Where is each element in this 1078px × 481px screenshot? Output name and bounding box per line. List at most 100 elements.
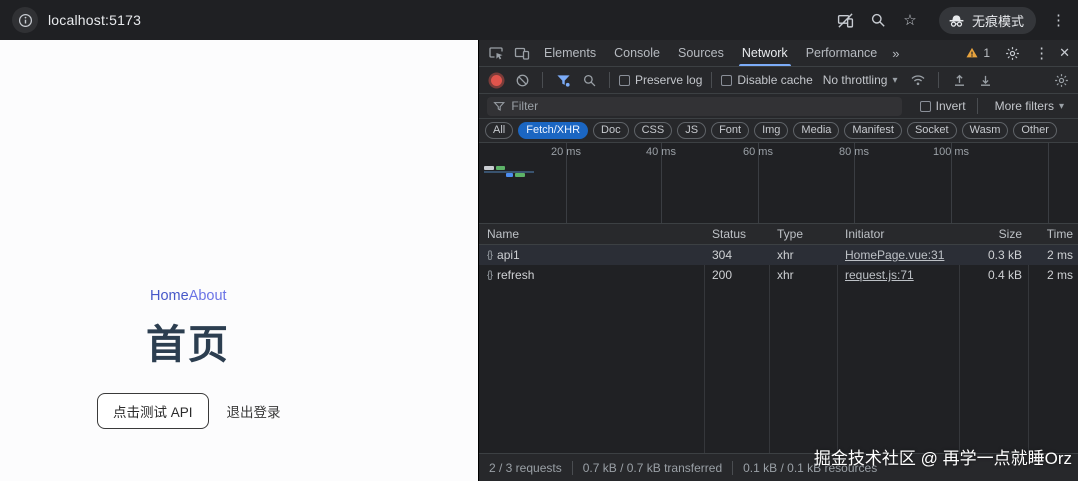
devtools-settings-icon[interactable] [999,46,1025,61]
tab-elements[interactable]: Elements [535,40,605,66]
request-status: 304 [704,245,769,265]
clear-network-icon[interactable] [511,69,533,91]
preserve-log-checkbox[interactable]: Preserve log [619,73,702,87]
filter-toggle-icon[interactable] [552,69,574,91]
chip-doc[interactable]: Doc [593,122,629,139]
nav-link-about[interactable]: About [189,288,227,304]
column-header-initiator[interactable]: Initiator [837,224,959,244]
network-overview[interactable]: 20 ms 40 ms 60 ms 80 ms 100 ms [479,143,1078,224]
xhr-braces-icon: {} [487,249,492,261]
column-header-time[interactable]: Time [1028,224,1078,244]
incognito-label: 无痕模式 [972,11,1024,30]
page-title: 首页 [146,312,230,370]
request-size: 0.4 kB [959,265,1028,285]
throttling-dropdown[interactable]: No throttling ▾ [817,73,904,87]
column-header-size[interactable]: Size [959,224,1028,244]
bookmark-star-icon[interactable]: ☆ [901,11,919,29]
chip-all[interactable]: All [485,122,513,139]
nav-link-home[interactable]: Home [150,288,189,304]
chip-img[interactable]: Img [754,122,788,139]
request-type: xhr [769,265,837,285]
checkbox-icon [619,75,630,86]
filter-options: Invert More filters ▾ [920,98,1070,114]
address-bar[interactable]: localhost:5173 [12,7,141,33]
timeline-tick: 20 ms [526,146,606,158]
initiator-link[interactable]: HomePage.vue:31 [845,248,944,262]
timeline-tick: 80 ms [814,146,894,158]
network-settings-icon[interactable] [1050,69,1072,91]
requests-table: Name Status Type Initiator Size Time {} … [479,224,1078,453]
chip-font[interactable]: Font [711,122,749,139]
xhr-braces-icon: {} [487,269,492,281]
chip-js[interactable]: JS [677,122,706,139]
tab-network[interactable]: Network [733,40,797,66]
screen: localhost:5173 ☆ 无痕模式 ⋮ HomeAbout 首页 [0,0,1078,481]
request-name[interactable]: {} refresh [479,265,704,285]
network-search-icon[interactable] [578,69,600,91]
column-header-type[interactable]: Type [769,224,837,244]
filter-input[interactable] [511,99,896,113]
page-actions: 点击测试 API 退出登录 [97,393,287,429]
more-tabs-icon[interactable]: » [886,46,905,61]
devtools-menu-icon[interactable]: ⋮ [1034,44,1050,62]
request-size: 0.3 kB [959,245,1028,265]
timeline-tick: 60 ms [718,146,798,158]
network-conditions-icon[interactable] [907,69,929,91]
more-filters-dropdown[interactable]: More filters ▾ [989,99,1070,113]
app-page: HomeAbout 首页 点击测试 API 退出登录 [0,40,478,481]
request-time: 2 ms [1028,245,1078,265]
resources-summary: 0.1 kB / 0.1 kB resources [732,461,887,475]
device-toolbar-icon[interactable] [509,40,535,66]
incognito-badge: 无痕模式 [939,7,1036,34]
tab-sources[interactable]: Sources [669,40,733,66]
browser-toolbar: localhost:5173 ☆ 无痕模式 ⋮ [0,0,1078,40]
browser-menu-icon[interactable]: ⋮ [1050,11,1068,29]
chip-socket[interactable]: Socket [907,122,957,139]
chevron-down-icon: ▾ [1059,101,1064,112]
column-header-status[interactable]: Status [704,224,769,244]
chip-fetch-xhr[interactable]: Fetch/XHR [518,122,588,139]
toolbar-actions: ☆ 无痕模式 ⋮ [837,7,1068,34]
test-api-button[interactable]: 点击测试 API [97,393,209,429]
request-status: 200 [704,265,769,285]
column-header-name[interactable]: Name [479,224,704,244]
search-icon[interactable] [869,11,887,29]
devtools-tabbar: Elements Console Sources Network Perform… [479,40,1078,67]
disable-cache-checkbox[interactable]: Disable cache [721,73,812,87]
inspect-element-icon[interactable] [483,40,509,66]
checkbox-icon [920,101,931,112]
tab-performance[interactable]: Performance [797,40,887,66]
url-text[interactable]: localhost:5173 [48,12,141,28]
tab-console[interactable]: Console [605,40,669,66]
request-name[interactable]: {} api1 [479,245,704,265]
transferred-summary: 0.7 kB / 0.7 kB transferred [572,461,732,475]
issues-badge[interactable]: 1 [965,46,990,60]
filter-field[interactable] [487,97,902,116]
chip-other[interactable]: Other [1013,122,1057,139]
table-row[interactable]: {} refresh 200 xhr request.js:71 0.4 kB … [479,265,1078,285]
site-info-icon[interactable] [12,7,38,33]
import-har-icon[interactable] [948,69,970,91]
logout-button[interactable]: 退出登录 [221,394,287,428]
initiator-link[interactable]: request.js:71 [845,268,914,282]
tabbar-right: 1 ⋮ ✕ [965,44,1074,62]
request-type-filters: All Fetch/XHR Doc CSS JS Font Img Media … [479,119,1078,143]
chip-wasm[interactable]: Wasm [962,122,1009,139]
record-network-icon[interactable] [485,69,507,91]
export-har-icon[interactable] [974,69,996,91]
issues-count: 1 [983,46,990,60]
chip-media[interactable]: Media [793,122,839,139]
incognito-icon [948,12,965,29]
waterfall-bar [484,166,494,170]
invert-checkbox[interactable]: Invert [920,99,966,113]
checkbox-icon [721,75,732,86]
table-row[interactable]: {} api1 304 xhr HomePage.vue:31 0.3 kB 2… [479,245,1078,265]
send-to-devices-icon[interactable] [837,11,855,29]
funnel-icon [493,100,505,113]
chip-manifest[interactable]: Manifest [844,122,902,139]
chevron-down-icon: ▾ [892,75,897,86]
chip-css[interactable]: CSS [634,122,673,139]
waterfall-bar [515,173,525,177]
devtools-close-icon[interactable]: ✕ [1059,45,1070,61]
request-time: 2 ms [1028,265,1078,285]
